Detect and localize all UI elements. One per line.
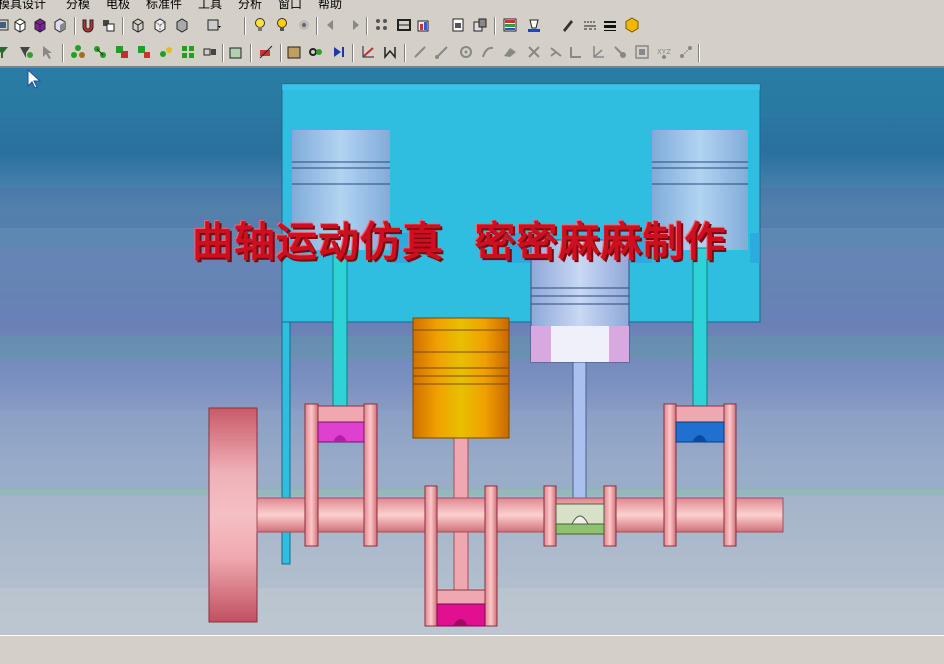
toolbar-separator <box>250 44 252 62</box>
sketch-icon[interactable] <box>450 17 466 33</box>
shaded-cube-icon[interactable] <box>52 17 68 33</box>
viewport-title-overlay: 曲轴运动仿真 密密麻麻制作 <box>192 218 727 266</box>
slash-icon[interactable] <box>434 44 450 60</box>
tree-icon[interactable] <box>70 44 86 60</box>
fillet-icon[interactable] <box>548 44 564 60</box>
trim-icon[interactable] <box>382 44 398 60</box>
toolbar-separator <box>74 17 76 35</box>
select-arrow-icon[interactable] <box>40 44 56 60</box>
toolbar-separator <box>244 17 246 35</box>
bend-icon[interactable] <box>568 44 584 60</box>
menu-parting[interactable]: 分模 <box>66 0 90 12</box>
line-weight-icon[interactable] <box>602 17 618 33</box>
toolbar-main <box>0 13 944 39</box>
crank-web <box>484 485 498 627</box>
status-bar <box>0 635 944 664</box>
crank-web <box>424 485 438 627</box>
component-icon[interactable] <box>100 17 116 33</box>
add-part-icon[interactable] <box>136 44 152 60</box>
parts-icon[interactable] <box>472 17 488 33</box>
hidden-cube-icon[interactable] <box>152 17 168 33</box>
crankshaft-scene <box>0 68 944 635</box>
crank-web <box>723 403 737 547</box>
piston-2 <box>412 317 510 439</box>
cross-icon[interactable] <box>526 44 542 60</box>
delete-icon[interactable] <box>228 44 244 60</box>
graphics-viewport[interactable]: 曲轴运动仿真 密密麻麻制作 <box>0 68 944 635</box>
spline-icon[interactable] <box>502 44 518 60</box>
menu-bar: 模具设计 分模 电极 标准件 工具 分析 窗口 帮助 <box>0 0 944 13</box>
toolbar-separator <box>698 44 700 62</box>
group-icon[interactable] <box>158 44 174 60</box>
toolbar-separator <box>404 44 406 62</box>
point-icon[interactable] <box>612 44 628 60</box>
link-icon[interactable] <box>308 44 324 60</box>
menu-electrode[interactable]: 电极 <box>106 0 130 12</box>
toolbar-secondary: XYZ <box>0 40 944 66</box>
shaded-solid-icon[interactable] <box>174 17 190 33</box>
line-style-icon[interactable] <box>582 17 598 33</box>
array-icon[interactable] <box>180 44 196 60</box>
axis-icon[interactable] <box>360 44 376 60</box>
menu-mold-design[interactable]: 模具设计 <box>0 0 46 12</box>
toolbar-separator <box>280 44 282 62</box>
toolbar-separator <box>222 44 224 62</box>
eye-icon[interactable] <box>296 17 312 33</box>
circle-icon[interactable] <box>458 44 474 60</box>
forward-arrow-icon[interactable] <box>346 17 362 33</box>
pencil-icon[interactable] <box>560 17 576 33</box>
light-icon[interactable] <box>274 17 290 33</box>
curve-icon[interactable] <box>480 44 496 60</box>
sub-select-icon[interactable] <box>18 44 34 60</box>
back-arrow-icon[interactable] <box>324 17 340 33</box>
crank-web <box>543 485 557 547</box>
toolbar-separator <box>316 17 318 35</box>
toolbar-separator <box>494 17 496 35</box>
svg-text:XYZ: XYZ <box>657 48 671 56</box>
connecting-rod-3 <box>572 357 587 509</box>
toolbar-separator <box>62 44 64 62</box>
face-select-icon[interactable] <box>0 17 10 33</box>
axis-3d-icon[interactable] <box>590 44 606 60</box>
line-icon[interactable] <box>412 44 428 60</box>
color-grid-icon[interactable] <box>502 17 518 33</box>
transform-icon[interactable] <box>258 44 274 60</box>
cube-purple-icon[interactable] <box>32 17 48 33</box>
view-dropdown-icon[interactable] <box>206 17 222 33</box>
menu-tools[interactable]: 工具 <box>198 0 222 12</box>
wireframe-cube-icon[interactable] <box>130 17 146 33</box>
crank-web <box>304 403 319 547</box>
bearing-green <box>555 523 605 535</box>
grid-dots-icon[interactable] <box>374 17 390 33</box>
menu-help[interactable]: 帮助 <box>318 0 342 12</box>
assembly-icon[interactable] <box>92 44 108 60</box>
crankshaft-main <box>256 497 784 533</box>
menu-analysis[interactable]: 分析 <box>238 0 262 12</box>
chart-icon[interactable] <box>416 17 432 33</box>
lightbulb-icon[interactable] <box>252 17 268 33</box>
mate-icon[interactable] <box>114 44 130 60</box>
paint-bucket-icon[interactable] <box>526 17 542 33</box>
box-icon[interactable] <box>202 44 218 60</box>
crank-web <box>603 485 617 547</box>
menu-standard-parts[interactable]: 标准件 <box>146 0 182 12</box>
crank-web <box>363 403 378 547</box>
cube-icon[interactable] <box>12 17 28 33</box>
frame-icon[interactable] <box>634 44 650 60</box>
measure-icon[interactable] <box>396 17 412 33</box>
crank-web <box>663 403 677 547</box>
toolbar-separator <box>122 17 124 35</box>
menu-window[interactable]: 窗口 <box>278 0 302 12</box>
toolbar-separator <box>352 44 354 62</box>
toolbar-separator <box>366 17 368 35</box>
coordinates-icon[interactable] <box>678 44 694 60</box>
magnet-icon[interactable] <box>80 17 96 33</box>
play-icon[interactable] <box>330 44 346 60</box>
part-icon[interactable] <box>286 44 302 60</box>
select-filter-icon[interactable] <box>0 44 10 60</box>
xyz-icon[interactable]: XYZ <box>656 44 672 60</box>
hexagon-icon[interactable] <box>624 17 640 33</box>
